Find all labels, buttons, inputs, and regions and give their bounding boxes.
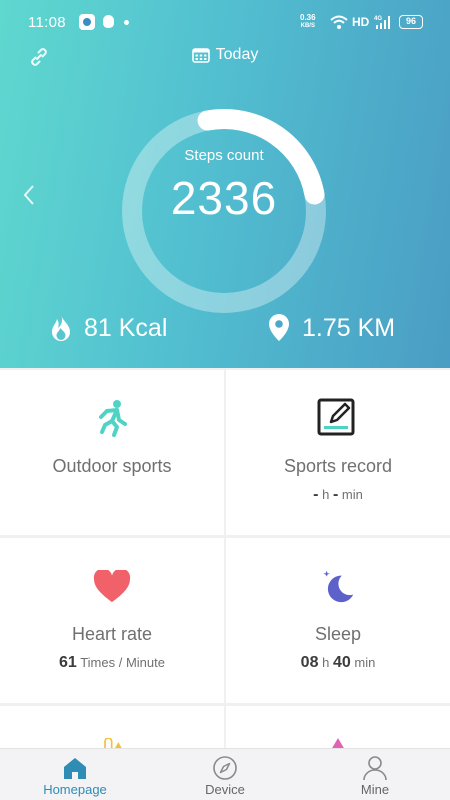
- battery-indicator: 96: [399, 15, 423, 29]
- distance-metric: 1.75 KM: [266, 313, 395, 343]
- calories-value: 81 Kcal: [84, 313, 168, 342]
- svg-text:4G: 4G: [374, 16, 382, 22]
- sleep-minutes: 40: [332, 654, 351, 671]
- compass-icon: [213, 756, 237, 780]
- sports-record-hours: -: [313, 486, 319, 503]
- sports-record-hours-unit: h: [322, 487, 330, 502]
- sleep-title: Sleep: [314, 624, 362, 644]
- sports-record-tile[interactable]: Sports record - h - min: [226, 370, 450, 535]
- sleep-duration: 08 h 40 min: [226, 654, 450, 672]
- notification-dot-icon: [124, 20, 129, 25]
- outdoor-sports-tile[interactable]: Outdoor sports: [0, 370, 224, 535]
- moon-stars-icon: [323, 570, 354, 603]
- sports-record-title: Sports record: [283, 456, 393, 476]
- heart-rate-title: Heart rate: [71, 624, 153, 644]
- weight-scale-icon: [104, 738, 122, 748]
- sports-record-minutes-unit: min: [341, 487, 363, 502]
- calories-metric: 81 Kcal: [48, 313, 167, 343]
- location-pin-icon: [269, 314, 289, 341]
- flame-icon: [52, 314, 70, 341]
- notification-app-icon: [79, 14, 95, 30]
- heart-rate-tile[interactable]: Heart rate 61 Times / Minute: [0, 538, 224, 703]
- partial-tile-left[interactable]: [0, 706, 224, 748]
- person-icon: [363, 756, 387, 781]
- sports-record-minutes: -: [332, 486, 339, 503]
- screen: 11:08 0.36 KB/S HD 4G 96 Today Steps cou…: [0, 0, 450, 800]
- sleep-tile[interactable]: Sleep 08 h 40 min: [226, 538, 450, 703]
- calendar-icon: [191, 48, 210, 63]
- date-selector[interactable]: Today: [0, 46, 450, 68]
- network-speed-unit: KB/S: [300, 23, 315, 29]
- previous-day-arrow-icon[interactable]: [20, 183, 38, 207]
- nav-homepage-label: Homepage: [43, 782, 107, 797]
- network-speed: 0.36 KB/S: [300, 14, 316, 30]
- hd-indicator: HD: [352, 15, 370, 29]
- steps-value: 2336: [170, 172, 278, 224]
- nav-device[interactable]: Device: [150, 749, 300, 800]
- signal-icon: 4G: [374, 16, 390, 29]
- nav-mine[interactable]: Mine: [300, 749, 450, 800]
- edit-record-icon: [317, 398, 355, 436]
- status-bar: 11:08 0.36 KB/S HD 4G 96: [0, 0, 450, 44]
- steps-label: Steps count: [184, 147, 264, 164]
- heart-rate-value: 61: [59, 654, 77, 671]
- sleep-minutes-unit: min: [354, 655, 376, 670]
- heart-icon: [93, 570, 131, 603]
- notification-qq-icon: [101, 14, 117, 30]
- status-time: 11:08: [28, 14, 66, 31]
- sleep-hours: 08: [300, 654, 319, 671]
- nav-homepage[interactable]: Homepage: [0, 749, 150, 800]
- heart-rate-unit: Times / Minute: [80, 655, 165, 670]
- blood-oxygen-icon: [332, 738, 344, 748]
- distance-value: 1.75 KM: [302, 313, 396, 342]
- heart-rate-reading: 61 Times / Minute: [0, 654, 224, 672]
- nav-mine-label: Mine: [360, 782, 390, 797]
- sports-record-duration: - h - min: [226, 486, 450, 504]
- partial-tile-right[interactable]: [226, 706, 450, 748]
- bottom-navigation: Homepage Device Mine: [0, 748, 450, 800]
- date-label: Today: [215, 46, 259, 63]
- network-speed-value: 0.36: [300, 13, 316, 22]
- sleep-hours-unit: h: [322, 655, 330, 670]
- nav-device-label: Device: [205, 782, 245, 797]
- wifi-icon: [330, 15, 348, 29]
- home-icon: [64, 758, 86, 779]
- outdoor-sports-title: Outdoor sports: [52, 456, 172, 476]
- running-person-icon: [99, 400, 127, 437]
